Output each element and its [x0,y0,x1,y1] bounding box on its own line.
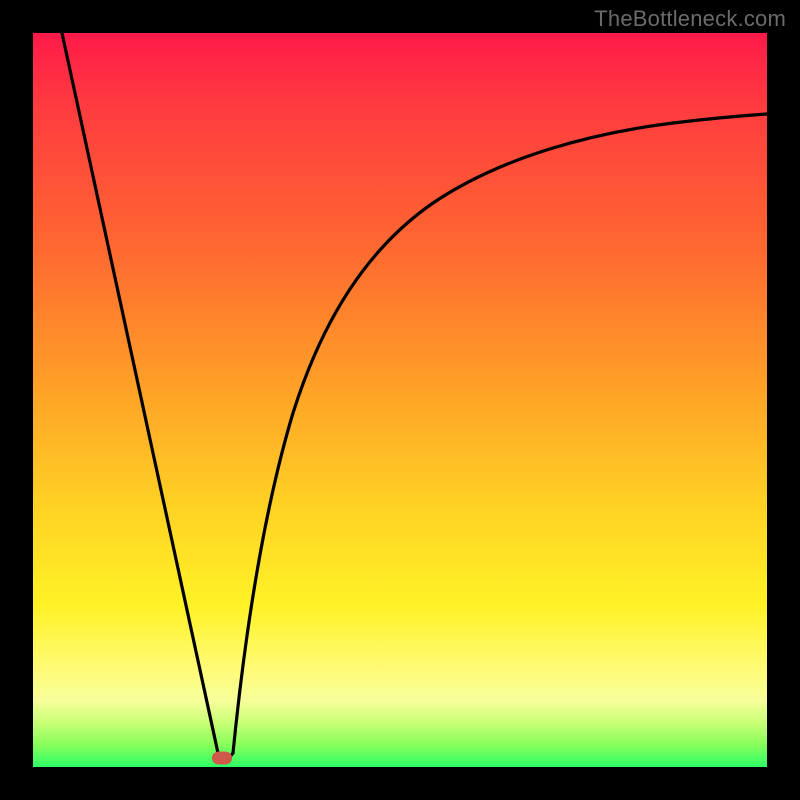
bottleneck-curve [33,33,767,767]
curve-right-branch [233,114,767,753]
minimum-marker [212,752,232,765]
chart-frame: TheBottleneck.com [0,0,800,800]
plot-area [33,33,767,767]
curve-left-branch [62,33,218,753]
watermark-text: TheBottleneck.com [594,6,786,32]
